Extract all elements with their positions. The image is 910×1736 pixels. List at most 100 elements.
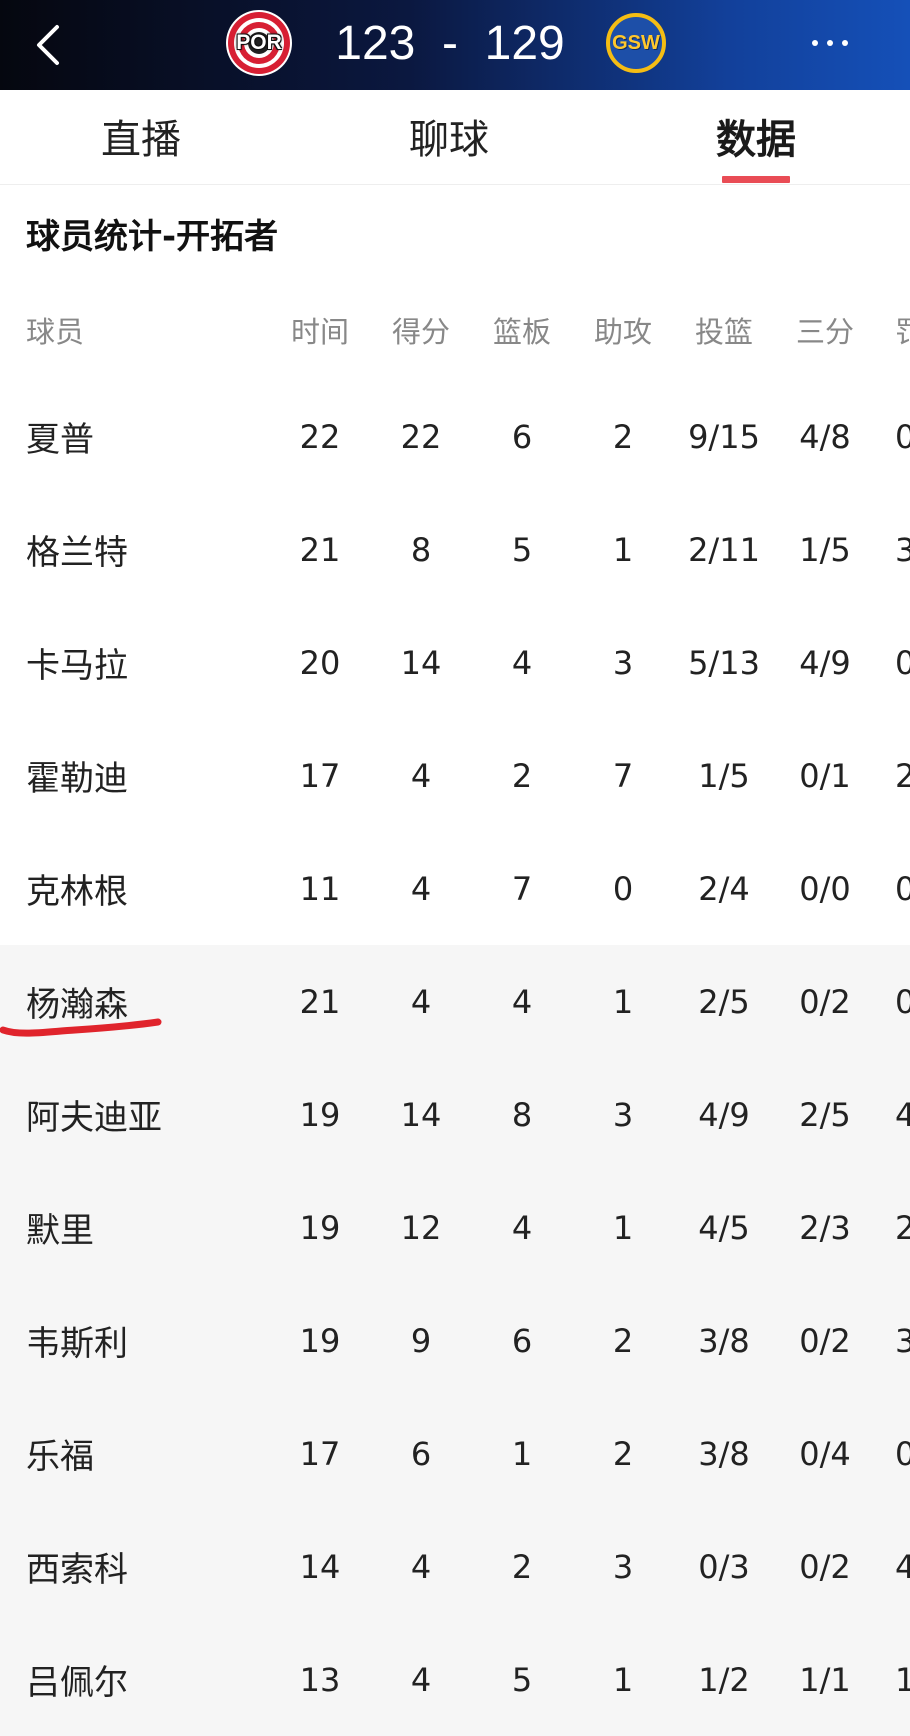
cell-player-name[interactable]: 杨瀚森 xyxy=(26,945,128,1058)
cell-player-name[interactable]: 乐福 xyxy=(26,1397,94,1510)
table-body: 夏普 22 22 6 2 9/15 4/8 0 格兰特 21 8 5 1 2/11 1/5 3 卡马拉 20 14 4… xyxy=(0,380,910,1736)
cell-assists: 7 xyxy=(612,756,634,795)
cell-rebounds: 4 xyxy=(511,643,533,682)
col-header-field-goals[interactable]: 投篮 xyxy=(674,280,774,380)
table-row[interactable]: 默里 19 12 4 1 4/5 2/3 2 xyxy=(0,1171,910,1284)
table-row[interactable]: 乐福 17 6 1 2 3/8 0/4 0 xyxy=(0,1397,910,1510)
table-row[interactable]: 西索科 14 4 2 3 0/3 0/2 4 xyxy=(0,1510,910,1623)
cell-minutes: 19 xyxy=(299,1095,341,1134)
cell-free-throws: 0 xyxy=(895,1434,910,1473)
cell-rebounds: 2 xyxy=(511,1547,533,1586)
cell-three-points: 0/2 xyxy=(799,982,851,1021)
cell-free-throws: 4 xyxy=(895,1095,910,1134)
cell-minutes: 17 xyxy=(299,756,341,795)
cell-free-throws: 0 xyxy=(895,417,910,456)
cell-minutes: 13 xyxy=(299,1660,341,1699)
cell-field-goals: 3/8 xyxy=(698,1434,750,1473)
table-row[interactable]: 夏普 22 22 6 2 9/15 4/8 0 xyxy=(0,380,910,493)
table-row[interactable]: 吕佩尔 13 4 5 1 1/2 1/1 1 xyxy=(0,1623,910,1736)
table-row[interactable]: 克林根 11 4 7 0 2/4 0/0 0 xyxy=(0,832,910,945)
cell-rebounds: 6 xyxy=(511,417,533,456)
cell-player-name[interactable]: 卡马拉 xyxy=(26,606,128,719)
cell-player-name[interactable]: 阿夫迪亚 xyxy=(26,1058,162,1171)
cell-points: 9 xyxy=(410,1321,432,1360)
cell-field-goals: 2/4 xyxy=(698,869,750,908)
cell-free-throws: 0 xyxy=(895,869,910,908)
cell-points: 8 xyxy=(410,530,432,569)
cell-assists: 3 xyxy=(612,1095,634,1134)
cell-player-name[interactable]: 吕佩尔 xyxy=(26,1623,128,1736)
table-row[interactable]: 阿夫迪亚 19 14 8 3 4/9 2/5 4 xyxy=(0,1058,910,1171)
cell-player-name[interactable]: 韦斯利 xyxy=(26,1284,128,1397)
cell-assists: 1 xyxy=(612,1208,634,1247)
cell-player-name[interactable]: 默里 xyxy=(26,1171,94,1284)
back-button[interactable] xyxy=(28,20,68,70)
cell-field-goals: 2/11 xyxy=(688,530,760,569)
table-row[interactable]: 格兰特 21 8 5 1 2/11 1/5 3 xyxy=(0,493,910,606)
cell-minutes: 20 xyxy=(299,643,341,682)
cell-minutes: 21 xyxy=(299,530,341,569)
tab-chat[interactable]: 聊球 xyxy=(349,90,549,182)
cell-player-name[interactable]: 格兰特 xyxy=(26,493,128,606)
gsw-logo-text: GSW xyxy=(612,31,660,54)
cell-rebounds: 2 xyxy=(511,756,533,795)
cell-points: 14 xyxy=(400,643,442,682)
more-dots-icon xyxy=(812,40,818,46)
cell-points: 4 xyxy=(410,1547,432,1586)
cell-minutes: 17 xyxy=(299,1434,341,1473)
cell-field-goals: 4/9 xyxy=(698,1095,750,1134)
por-team-logo[interactable]: POR xyxy=(226,10,292,76)
col-header-assists[interactable]: 助攻 xyxy=(573,280,673,380)
tab-live[interactable]: 直播 xyxy=(41,90,241,182)
cell-points: 4 xyxy=(410,982,432,1021)
cell-free-throws: 2 xyxy=(895,756,910,795)
gsw-team-logo[interactable]: GSW xyxy=(606,13,666,73)
col-header-player[interactable]: 球员 xyxy=(26,280,84,380)
cell-minutes: 14 xyxy=(299,1547,341,1586)
cell-minutes: 21 xyxy=(299,982,341,1021)
more-options-button[interactable] xyxy=(800,20,860,66)
cell-three-points: 1/1 xyxy=(799,1660,851,1699)
cell-three-points: 1/5 xyxy=(799,530,851,569)
table-row[interactable]: 霍勒迪 17 4 2 7 1/5 0/1 2 xyxy=(0,719,910,832)
cell-field-goals: 0/3 xyxy=(698,1547,750,1586)
cell-points: 14 xyxy=(400,1095,442,1134)
cell-player-name[interactable]: 夏普 xyxy=(26,380,94,493)
cell-rebounds: 4 xyxy=(511,982,533,1021)
cell-rebounds: 6 xyxy=(511,1321,533,1360)
cell-free-throws: 2 xyxy=(895,1208,910,1247)
table-row[interactable]: 杨瀚森 21 4 4 1 2/5 0/2 0 xyxy=(0,945,910,1058)
col-header-three-points[interactable]: 三分 xyxy=(775,280,875,380)
tab-bar: 直播 聊球 数据 xyxy=(0,90,910,185)
col-header-free-throws[interactable]: 罚 xyxy=(895,280,910,380)
cell-field-goals: 1/5 xyxy=(698,756,750,795)
more-dot xyxy=(827,40,833,46)
col-header-rebounds[interactable]: 篮板 xyxy=(472,280,572,380)
cell-player-name[interactable]: 西索科 xyxy=(26,1510,128,1623)
table-row[interactable]: 卡马拉 20 14 4 3 5/13 4/9 0 xyxy=(0,606,910,719)
player-stats-table: 球员 时间 得分 篮板 助攻 投篮 三分 罚 夏普 22 22 6 2 9/15 4/8 0 格… xyxy=(0,280,910,1736)
tab-stats[interactable]: 数据 xyxy=(656,90,856,182)
cell-points: 6 xyxy=(410,1434,432,1473)
cell-three-points: 4/9 xyxy=(799,643,851,682)
cell-field-goals: 2/5 xyxy=(698,982,750,1021)
table-row[interactable]: 韦斯利 19 9 6 2 3/8 0/2 3 xyxy=(0,1284,910,1397)
cell-assists: 0 xyxy=(612,869,634,908)
cell-free-throws: 3 xyxy=(895,1321,910,1360)
cell-field-goals: 1/2 xyxy=(698,1660,750,1699)
cell-assists: 3 xyxy=(612,1547,634,1586)
cell-player-name[interactable]: 克林根 xyxy=(26,832,128,945)
cell-field-goals: 9/15 xyxy=(688,417,760,456)
col-header-minutes[interactable]: 时间 xyxy=(270,280,370,380)
cell-assists: 2 xyxy=(612,1321,634,1360)
cell-three-points: 2/5 xyxy=(799,1095,851,1134)
cell-three-points: 0/4 xyxy=(799,1434,851,1473)
cell-minutes: 19 xyxy=(299,1321,341,1360)
chevron-left-icon xyxy=(37,25,59,65)
cell-rebounds: 8 xyxy=(511,1095,533,1134)
col-header-points[interactable]: 得分 xyxy=(371,280,471,380)
cell-player-name[interactable]: 霍勒迪 xyxy=(26,719,128,832)
cell-three-points: 0/1 xyxy=(799,756,851,795)
cell-assists: 1 xyxy=(612,530,634,569)
cell-assists: 1 xyxy=(612,1660,634,1699)
